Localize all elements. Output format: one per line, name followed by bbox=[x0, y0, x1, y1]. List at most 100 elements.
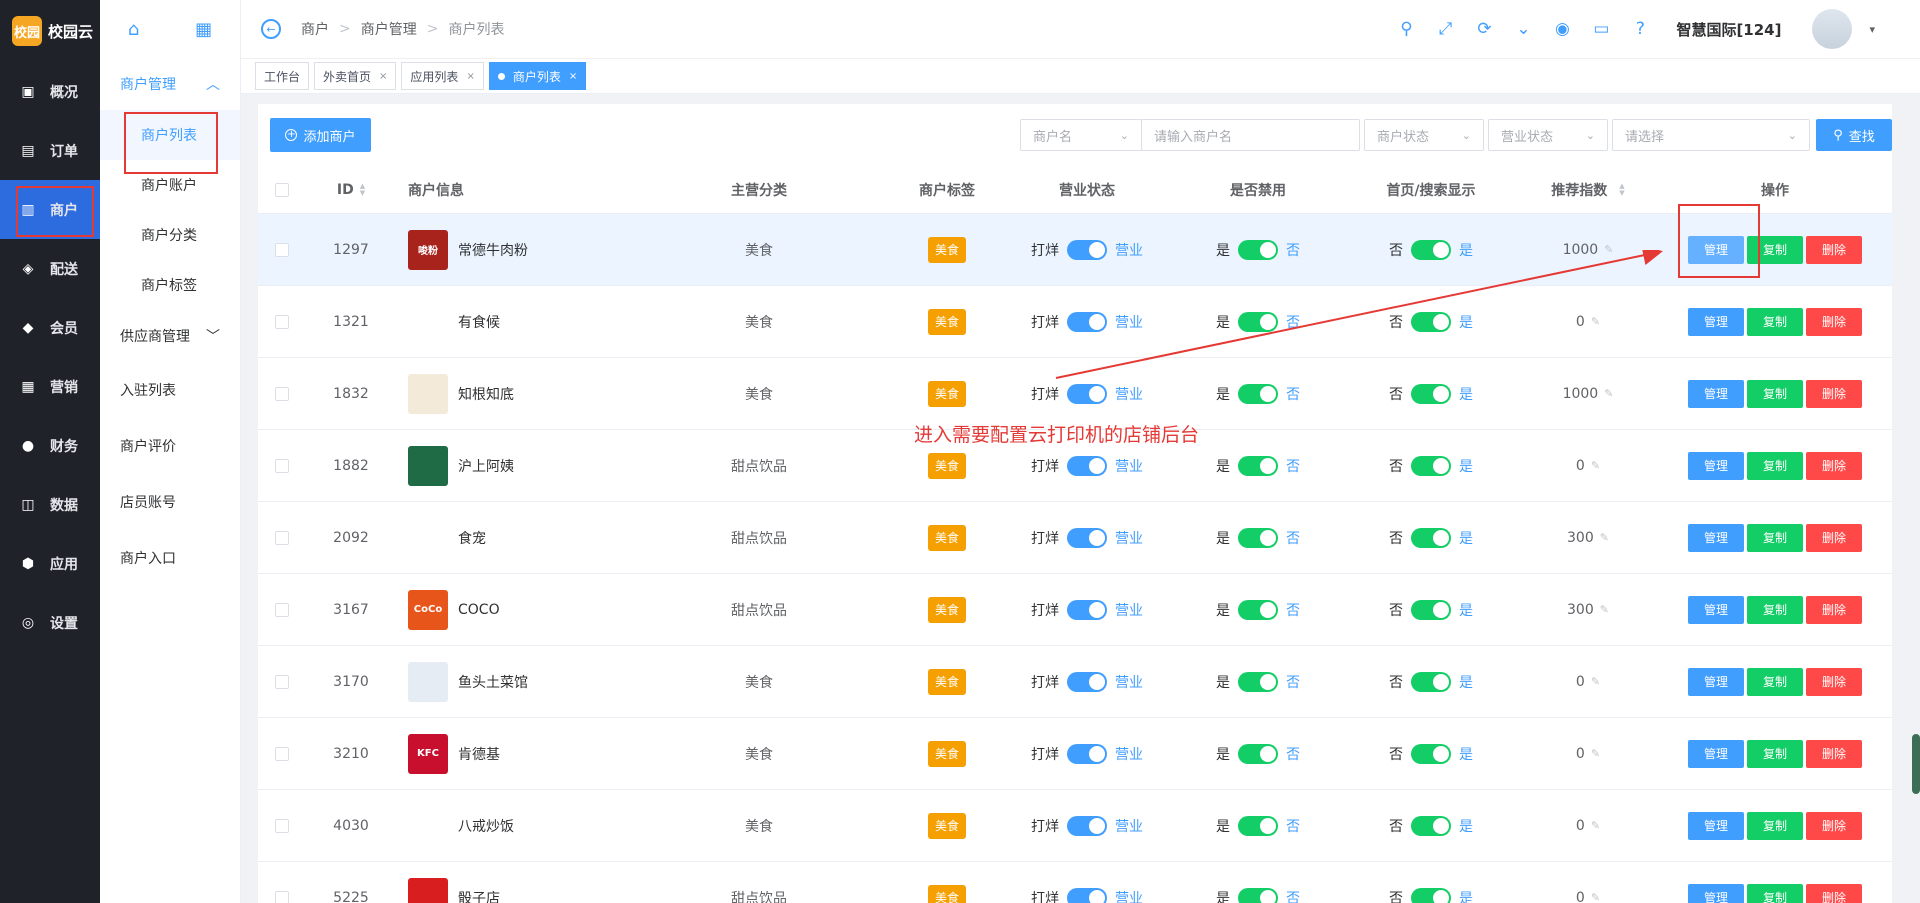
row-checkbox[interactable] bbox=[275, 674, 289, 689]
manage-button[interactable]: 管理 bbox=[1688, 307, 1744, 336]
subnav-item[interactable]: 商户账户 bbox=[100, 160, 240, 210]
close-icon[interactable]: × bbox=[569, 71, 577, 82]
home-icon[interactable]: ⌂ bbox=[128, 19, 139, 40]
breadcrumb-item[interactable]: 商户管理 bbox=[361, 19, 417, 39]
close-icon[interactable]: × bbox=[466, 71, 474, 82]
toggle-switch[interactable] bbox=[1067, 599, 1107, 620]
delete-button[interactable]: 删除 bbox=[1806, 307, 1862, 336]
row-checkbox[interactable] bbox=[275, 890, 289, 903]
tab-2[interactable]: 应用列表 × bbox=[401, 62, 484, 90]
toggle-switch[interactable] bbox=[1238, 887, 1278, 903]
toggle-switch[interactable] bbox=[1238, 599, 1278, 620]
fullscreen-icon[interactable]: ⤢ bbox=[1434, 18, 1456, 40]
refresh-icon[interactable]: ⟳ bbox=[1473, 18, 1495, 40]
toggle-switch[interactable] bbox=[1238, 527, 1278, 548]
edit-icon[interactable]: ✎ bbox=[1604, 387, 1613, 400]
toggle-switch[interactable] bbox=[1411, 887, 1451, 903]
download-icon[interactable]: ⌄ bbox=[1512, 18, 1534, 40]
breadcrumb-item[interactable]: 商户 bbox=[301, 19, 329, 39]
edit-icon[interactable]: ✎ bbox=[1591, 891, 1600, 903]
grid-icon[interactable]: ▦ bbox=[195, 19, 212, 40]
copy-button[interactable]: 复制 bbox=[1747, 595, 1803, 624]
rail-item-marketing[interactable]: ▦ 营销 bbox=[0, 357, 100, 416]
toggle-switch[interactable] bbox=[1411, 599, 1451, 620]
edit-icon[interactable]: ✎ bbox=[1591, 747, 1600, 760]
subnav-item[interactable]: 商户分类 bbox=[100, 210, 240, 260]
rail-item-store[interactable]: ▥ 商户 bbox=[0, 180, 100, 239]
copy-button[interactable]: 复制 bbox=[1747, 883, 1803, 903]
manage-button[interactable]: 管理 bbox=[1688, 739, 1744, 768]
org-name[interactable]: 智慧国际[124] bbox=[1676, 19, 1781, 40]
delete-button[interactable]: 删除 bbox=[1806, 739, 1862, 768]
rail-item-dashboard[interactable]: ▣ 概况 bbox=[0, 62, 100, 121]
subnav-item[interactable]: 商户标签 bbox=[100, 260, 240, 310]
monitor-icon[interactable]: ▭ bbox=[1590, 18, 1612, 40]
copy-button[interactable]: 复制 bbox=[1747, 451, 1803, 480]
toggle-switch[interactable] bbox=[1238, 383, 1278, 404]
delete-button[interactable]: 删除 bbox=[1806, 235, 1862, 264]
rail-item-order[interactable]: ▤ 订单 bbox=[0, 121, 100, 180]
subnav-group-merchant-management[interactable]: 商户管理 ︿ bbox=[100, 58, 240, 110]
toggle-switch[interactable] bbox=[1067, 671, 1107, 692]
copy-button[interactable]: 复制 bbox=[1747, 667, 1803, 696]
tab-3[interactable]: 商户列表 × bbox=[488, 62, 587, 90]
manage-button[interactable]: 管理 bbox=[1688, 451, 1744, 480]
row-checkbox[interactable] bbox=[275, 530, 289, 545]
caret-down-icon[interactable]: ▾ bbox=[1869, 23, 1875, 36]
edit-icon[interactable]: ✎ bbox=[1600, 531, 1609, 544]
toggle-switch[interactable] bbox=[1411, 383, 1451, 404]
delete-button[interactable]: 删除 bbox=[1806, 451, 1862, 480]
avatar[interactable] bbox=[1812, 9, 1853, 49]
column-header-id[interactable]: ID ▲ ▼ bbox=[306, 182, 396, 198]
close-icon[interactable]: × bbox=[379, 71, 387, 82]
subnav-link[interactable]: 店员账号 bbox=[100, 474, 240, 530]
toggle-switch[interactable] bbox=[1067, 383, 1107, 404]
row-checkbox[interactable] bbox=[275, 242, 289, 257]
sort-icon[interactable]: ▲ ▼ bbox=[1619, 182, 1624, 197]
tab-1[interactable]: 外卖首页 × bbox=[314, 62, 397, 90]
eye-icon[interactable]: ◉ bbox=[1551, 18, 1573, 40]
search-icon[interactable]: ⚲ bbox=[1395, 18, 1417, 40]
edit-icon[interactable]: ✎ bbox=[1591, 459, 1600, 472]
toggle-switch[interactable] bbox=[1067, 887, 1107, 903]
toggle-switch[interactable] bbox=[1067, 815, 1107, 836]
rail-item-delivery[interactable]: ◈ 配送 bbox=[0, 239, 100, 298]
delete-button[interactable]: 删除 bbox=[1806, 595, 1862, 624]
scrollbar-thumb[interactable] bbox=[1912, 734, 1920, 794]
sort-icon[interactable]: ▲ ▼ bbox=[360, 182, 365, 197]
subnav-link[interactable]: 商户评价 bbox=[100, 418, 240, 474]
rail-item-app[interactable]: ⬢ 应用 bbox=[0, 534, 100, 593]
generic-select[interactable]: 请选择 ⌄ bbox=[1612, 119, 1810, 151]
edit-icon[interactable]: ✎ bbox=[1600, 603, 1609, 616]
toggle-switch[interactable] bbox=[1411, 743, 1451, 764]
manage-button[interactable]: 管理 bbox=[1688, 523, 1744, 552]
delete-button[interactable]: 删除 bbox=[1806, 883, 1862, 903]
manage-button[interactable]: 管理 bbox=[1688, 379, 1744, 408]
row-checkbox[interactable] bbox=[275, 458, 289, 473]
toggle-switch[interactable] bbox=[1238, 743, 1278, 764]
toggle-switch[interactable] bbox=[1067, 743, 1107, 764]
edit-icon[interactable]: ✎ bbox=[1591, 819, 1600, 832]
copy-button[interactable]: 复制 bbox=[1747, 739, 1803, 768]
toggle-switch[interactable] bbox=[1067, 455, 1107, 476]
subnav-item[interactable]: 商户列表 bbox=[100, 110, 240, 174]
copy-button[interactable]: 复制 bbox=[1747, 523, 1803, 552]
row-checkbox[interactable] bbox=[275, 314, 289, 329]
toggle-switch[interactable] bbox=[1411, 455, 1451, 476]
delete-button[interactable]: 删除 bbox=[1806, 811, 1862, 840]
copy-button[interactable]: 复制 bbox=[1747, 307, 1803, 336]
subnav-group-supplier-management[interactable]: 供应商管理 ﹀ bbox=[100, 310, 240, 362]
row-checkbox[interactable] bbox=[275, 386, 289, 401]
help-icon[interactable]: ? bbox=[1629, 18, 1651, 40]
copy-button[interactable]: 复制 bbox=[1747, 379, 1803, 408]
manage-button[interactable]: 管理 bbox=[1688, 811, 1744, 840]
search-button[interactable]: ⚲ 查找 bbox=[1816, 119, 1892, 151]
delete-button[interactable]: 删除 bbox=[1806, 523, 1862, 552]
toggle-switch[interactable] bbox=[1411, 815, 1451, 836]
rail-item-data[interactable]: ◫ 数据 bbox=[0, 475, 100, 534]
tab-0[interactable]: 工作台 bbox=[255, 62, 310, 90]
toggle-switch[interactable] bbox=[1238, 671, 1278, 692]
row-checkbox[interactable] bbox=[275, 602, 289, 617]
row-checkbox[interactable] bbox=[275, 746, 289, 761]
filter-field-select[interactable]: 商户名 ⌄ bbox=[1020, 119, 1142, 151]
